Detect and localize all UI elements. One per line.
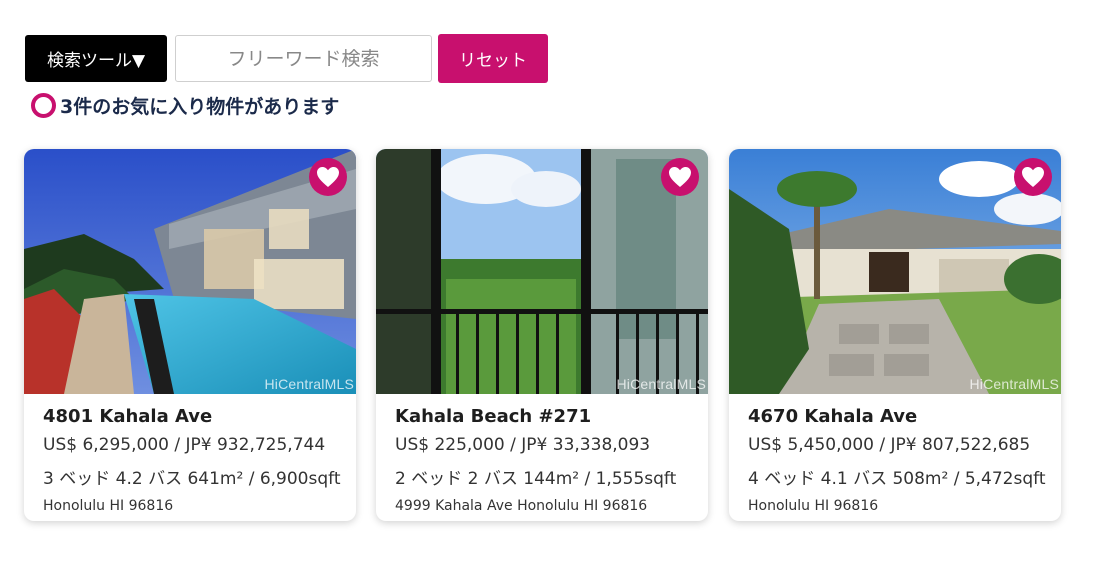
listing-photo[interactable]: HiCentralMLS xyxy=(24,149,356,394)
search-input[interactable] xyxy=(175,35,432,82)
listing-card[interactable]: HiCentralMLS 4801 Kahala Ave US$ 6,295,0… xyxy=(24,149,356,521)
photo-watermark: HiCentralMLS xyxy=(264,376,354,392)
photo-watermark: HiCentralMLS xyxy=(616,376,706,392)
listing-address: Honolulu HI 96816 xyxy=(43,498,174,514)
favorite-button[interactable] xyxy=(309,158,347,196)
listing-title[interactable]: 4670 Kahala Ave xyxy=(748,406,1061,427)
listing-price: US$ 6,295,000 / JP¥ 932,725,744 xyxy=(43,435,326,455)
listing-address: Honolulu HI 96816 xyxy=(748,498,879,514)
listing-address: 4999 Kahala Ave Honolulu HI 96816 xyxy=(395,498,648,514)
favorite-button[interactable] xyxy=(661,158,699,196)
heart-icon xyxy=(1022,167,1044,187)
favorite-button[interactable] xyxy=(1014,158,1052,196)
favorites-summary: 3件のお気に入り物件があります xyxy=(31,92,339,119)
heart-icon xyxy=(669,167,691,187)
listing-photo[interactable]: HiCentralMLS xyxy=(376,149,708,394)
listing-specs: 4 ベッド 4.1 バス 508m² / 5,472sqft xyxy=(748,469,1046,489)
favorites-summary-text: 3件のお気に入り物件があります xyxy=(60,96,340,118)
search-tools-button[interactable]: 検索ツール▼ xyxy=(25,35,167,82)
photo-watermark: HiCentralMLS xyxy=(969,376,1059,392)
reset-button[interactable]: リセット xyxy=(438,34,548,83)
circle-icon xyxy=(31,93,56,118)
toolbar: 検索ツール▼ リセット xyxy=(25,34,548,83)
listing-price: US$ 5,450,000 / JP¥ 807,522,685 xyxy=(748,435,1031,455)
listing-price: US$ 225,000 / JP¥ 33,338,093 xyxy=(395,435,651,455)
listing-card[interactable]: HiCentralMLS Kahala Beach #271 US$ 225,0… xyxy=(376,149,708,521)
heart-icon xyxy=(317,167,339,187)
listing-title[interactable]: 4801 Kahala Ave xyxy=(43,406,356,427)
listing-photo[interactable]: HiCentralMLS xyxy=(729,149,1061,394)
listing-card[interactable]: HiCentralMLS 4670 Kahala Ave US$ 5,450,0… xyxy=(729,149,1061,521)
listing-title[interactable]: Kahala Beach #271 xyxy=(395,406,708,427)
listing-specs: 2 ベッド 2 バス 144m² / 1,555sqft xyxy=(395,469,677,489)
listing-specs: 3 ベッド 4.2 バス 641m² / 6,900sqft xyxy=(43,469,341,489)
